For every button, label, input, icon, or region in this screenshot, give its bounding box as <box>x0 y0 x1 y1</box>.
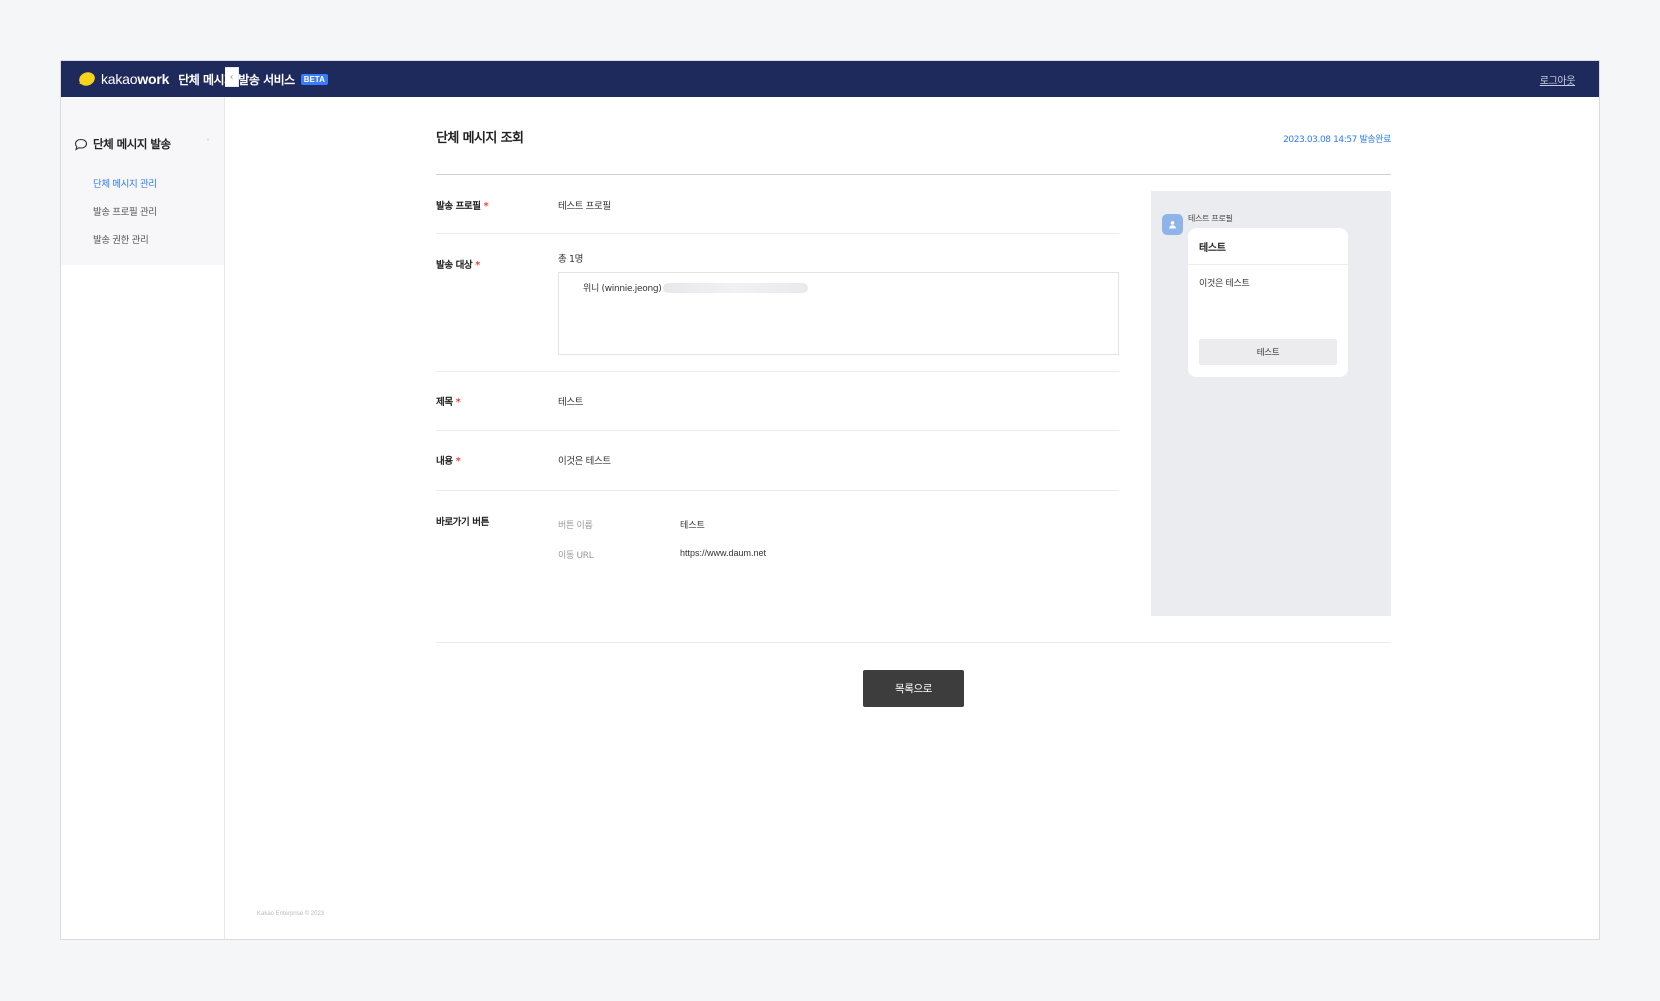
subject-value: 테스트 <box>558 397 584 408</box>
user-icon <box>1169 221 1176 229</box>
chevron-left-icon: ‹ <box>229 71 234 83</box>
required-mark: * <box>475 260 480 271</box>
beta-badge: BETA <box>300 73 328 85</box>
sender-profile-label: 발송 프로필 * <box>436 201 489 212</box>
sidebar: 단체 메시지 발송 ˄ 단체 메시지 관리 발송 프로필 관리 발송 권한 관리 <box>61 97 225 939</box>
content-label: 내용 * <box>436 456 461 467</box>
required-mark: * <box>455 397 461 408</box>
app-window: kakaowork 단체 메시지 발송 서비스 BETA 로그아웃 단체 메시지… <box>60 60 1600 940</box>
footer-copyright: Kakao Enterprise © 2023 <box>257 911 325 917</box>
back-to-list-button[interactable]: 목록으로 <box>863 670 964 707</box>
divider <box>436 642 1391 643</box>
main-content: 단체 메시지 조회 2023.03.08 14:57 발송완료 발송 프로필 * … <box>436 97 1391 707</box>
page-header: 단체 메시지 조회 2023.03.08 14:57 발송완료 <box>436 97 1391 175</box>
preview-profile-name: 테스트 프로필 <box>1188 214 1233 223</box>
brand-name: kakaowork <box>101 71 170 87</box>
shortcut-button-label: 바로가기 버튼 <box>436 517 489 528</box>
sidebar-section-label: 단체 메시지 발송 <box>93 137 171 151</box>
sidebar-collapse-button[interactable]: ‹ <box>225 67 239 87</box>
list-item: 위니 (winnie.jeong) <box>583 281 809 294</box>
recipients-count: 총 1명 <box>558 254 583 265</box>
recipient-name: 위니 (winnie.jeong) <box>583 284 662 294</box>
row-content: 내용 * 이것은 테스트 <box>436 431 1119 491</box>
sidebar-item-sender-profile-management[interactable]: 발송 프로필 관리 <box>93 204 224 232</box>
sidebar-item-permission-management[interactable]: 발송 권한 관리 <box>93 232 224 260</box>
logout-link[interactable]: 로그아웃 <box>1540 72 1576 87</box>
row-sender-profile: 발송 프로필 * 테스트 프로필 <box>436 191 1119 234</box>
recipients-label: 발송 대상 * <box>436 260 480 271</box>
message-detail-form: 발송 프로필 * 테스트 프로필 발송 대상 * 총 1명 위니 (winnie.j… <box>436 191 1119 601</box>
content-value: 이것은 테스트 <box>558 456 611 467</box>
sent-status: 2023.03.08 14:57 발송완료 <box>1283 135 1391 145</box>
required-mark: * <box>483 201 489 212</box>
button-name-label: 버튼 이름 <box>558 521 593 531</box>
preview-card-button[interactable]: 테스트 <box>1199 339 1337 365</box>
redacted-text <box>663 282 809 293</box>
page-title: 단체 메시지 조회 <box>436 131 524 146</box>
preview-card-body: 이것은 테스트 <box>1199 279 1250 289</box>
sidebar-section-group-message[interactable]: 단체 메시지 발송 ˄ <box>61 136 224 152</box>
preview-message-card: 테스트 이것은 테스트 테스트 <box>1188 228 1348 377</box>
recipients-list-box[interactable]: 위니 (winnie.jeong) <box>558 272 1119 355</box>
sidebar-items: 단체 메시지 관리 발송 프로필 관리 발송 권한 관리 <box>61 176 224 260</box>
message-preview-panel: 테스트 프로필 테스트 이것은 테스트 테스트 <box>1151 191 1391 616</box>
kakao-logo-icon <box>79 72 95 86</box>
url-label: 이동 URL <box>558 551 594 561</box>
url-value: https://www.daum.net <box>680 548 767 558</box>
row-subject: 제목 * 테스트 <box>436 372 1119 431</box>
row-shortcut-button: 바로가기 버튼 버튼 이름 테스트 이동 URL https://www.dau… <box>436 491 1119 601</box>
avatar <box>1162 214 1183 235</box>
sidebar-item-group-message-management[interactable]: 단체 메시지 관리 <box>93 176 224 204</box>
top-navigation-bar: kakaowork 단체 메시지 발송 서비스 BETA 로그아웃 <box>61 61 1599 97</box>
preview-card-title: 테스트 <box>1199 243 1226 254</box>
button-name-value: 테스트 <box>680 520 705 530</box>
chevron-up-icon: ˄ <box>206 138 210 147</box>
row-recipients: 발송 대상 * 총 1명 위니 (winnie.jeong) <box>436 234 1119 372</box>
logo[interactable]: kakaowork <box>76 71 169 87</box>
divider <box>1188 264 1348 265</box>
sender-profile-value: 테스트 프로필 <box>558 201 611 212</box>
subject-label: 제목 * <box>436 397 461 408</box>
chat-bubble-icon <box>74 138 88 151</box>
sidebar-menu: 단체 메시지 발송 ˄ 단체 메시지 관리 발송 프로필 관리 발송 권한 관리 <box>61 97 224 265</box>
required-mark: * <box>455 456 461 467</box>
